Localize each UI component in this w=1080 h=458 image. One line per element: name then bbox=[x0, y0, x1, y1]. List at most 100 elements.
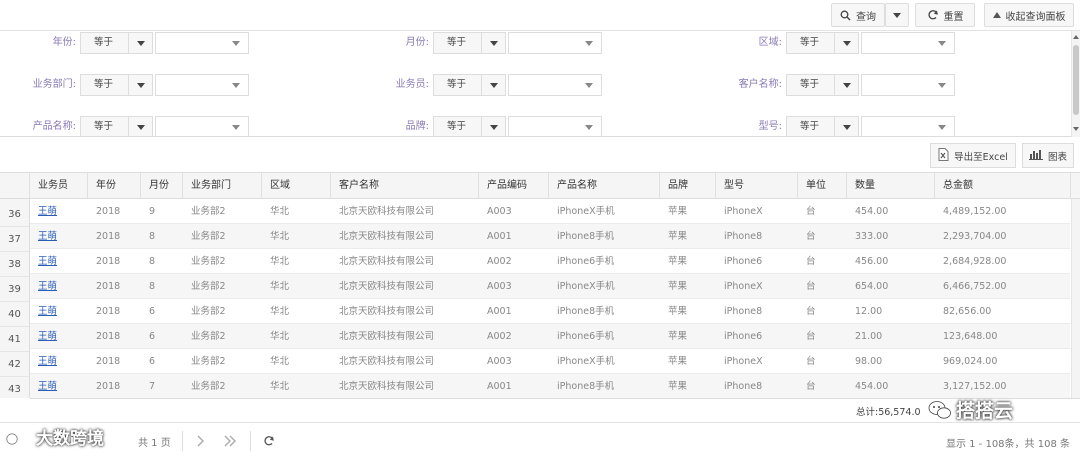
cell-product-code: A002 bbox=[487, 256, 512, 267]
filter-operator-year-toggle[interactable] bbox=[129, 32, 153, 54]
column-header-model[interactable]: 型号 bbox=[716, 173, 798, 199]
filter-panel-scrollbar[interactable] bbox=[1071, 31, 1080, 137]
filter-operator-customer[interactable]: 等于 bbox=[786, 74, 835, 96]
filter-operator-salesperson[interactable]: 等于 bbox=[433, 74, 482, 96]
filter-value-customer[interactable] bbox=[861, 74, 955, 96]
collapse-panel-button[interactable]: 收起查询面板 bbox=[984, 3, 1074, 27]
filter-operator-year[interactable]: 等于 bbox=[80, 32, 129, 54]
cell-quantity: 21.00 bbox=[855, 331, 883, 342]
cell-region: 华北 bbox=[270, 281, 290, 292]
cell-quantity: 98.00 bbox=[855, 356, 883, 367]
cell-salesperson-link[interactable]: 王萌 bbox=[30, 274, 57, 299]
column-header-quantity[interactable]: 数量 bbox=[847, 173, 935, 199]
filter-operator-department[interactable]: 等于 bbox=[80, 74, 129, 96]
cell-salesperson-link[interactable]: 王萌 bbox=[30, 199, 57, 224]
next-page-button[interactable] bbox=[188, 429, 212, 453]
pagination-info: 显示 1 - 108条，共 108 条 bbox=[945, 439, 1070, 450]
cell-salesperson-link[interactable]: 王萌 bbox=[30, 249, 57, 274]
table-row[interactable]: 王萌 2018 8 业务部2 华北 北京天欧科技有限公司 A003 iPhoneX手机 苹果 iP… bbox=[30, 274, 1070, 299]
cell-product-name: iPhone6手机 bbox=[557, 256, 615, 267]
scroll-down-icon[interactable] bbox=[1073, 127, 1079, 131]
chevron-down-icon bbox=[938, 125, 946, 130]
column-header-unit[interactable]: 单位 bbox=[798, 173, 847, 199]
filter-operator-brand-toggle[interactable] bbox=[482, 116, 506, 136]
filter-value-brand[interactable] bbox=[508, 116, 602, 136]
cell-unit: 台 bbox=[806, 281, 816, 292]
column-header-department[interactable]: 业务部门 bbox=[183, 173, 262, 199]
cell-salesperson-link[interactable]: 王萌 bbox=[30, 324, 57, 349]
cell-model: iPhoneX bbox=[724, 356, 763, 367]
cell-year: 2018 bbox=[96, 281, 121, 292]
cell-unit: 台 bbox=[806, 256, 816, 267]
filter-operator-product-toggle[interactable] bbox=[129, 116, 153, 136]
filter-operator-customer-toggle[interactable] bbox=[835, 74, 859, 96]
filter-value-region[interactable] bbox=[861, 32, 955, 54]
reset-button[interactable]: 重置 bbox=[915, 3, 975, 27]
table-row[interactable]: 王萌 2018 8 业务部2 华北 北京天欧科技有限公司 A002 iPhone6手机 苹果 iP… bbox=[30, 249, 1070, 274]
cell-customer: 北京天欧科技有限公司 bbox=[339, 306, 435, 317]
cell-product-code: A001 bbox=[487, 306, 512, 317]
filter-value-model[interactable] bbox=[861, 116, 955, 136]
table-row[interactable]: 王萌 2018 6 业务部2 华北 北京天欧科技有限公司 A002 iPhone6手机 苹果 iP… bbox=[30, 324, 1070, 349]
filter-value-product[interactable] bbox=[155, 116, 249, 136]
export-excel-button[interactable]: 导出至Excel bbox=[930, 143, 1016, 168]
cell-salesperson-link[interactable]: 王萌 bbox=[30, 349, 57, 374]
filter-operator-region[interactable]: 等于 bbox=[786, 32, 835, 54]
filter-operator-month[interactable]: 等于 bbox=[433, 32, 482, 54]
last-page-button[interactable] bbox=[218, 429, 242, 453]
table-row[interactable]: 王萌 2018 6 业务部2 华北 北京天欧科技有限公司 A003 iPhoneX手机 苹果 iP… bbox=[30, 349, 1070, 374]
cell-product-code: A002 bbox=[487, 331, 512, 342]
chevron-up-icon bbox=[992, 12, 1001, 18]
table-row[interactable]: 王萌 2018 7 业务部2 华北 北京天欧科技有限公司 A001 iPhone8手机 苹果 iP… bbox=[30, 374, 1070, 398]
filter-value-year[interactable] bbox=[155, 32, 249, 54]
chevron-down-icon bbox=[232, 125, 240, 130]
column-header-brand[interactable]: 品牌 bbox=[660, 173, 716, 199]
refresh-page-button[interactable] bbox=[257, 429, 281, 453]
cell-brand: 苹果 bbox=[668, 256, 688, 267]
filter-label-salesperson: 业务员: bbox=[395, 79, 429, 90]
column-header-salesperson[interactable]: 业务员 bbox=[30, 173, 88, 199]
filter-operator-model[interactable]: 等于 bbox=[786, 116, 835, 136]
column-header-region[interactable]: 区域 bbox=[262, 173, 331, 199]
column-header-product-code[interactable]: 产品编码 bbox=[479, 173, 549, 199]
grid-scrollbar[interactable] bbox=[1071, 199, 1080, 398]
cell-customer: 北京天欧科技有限公司 bbox=[339, 206, 435, 217]
chart-button[interactable]: 图表 bbox=[1022, 143, 1074, 168]
query-button[interactable]: 查询 bbox=[831, 3, 885, 27]
table-row[interactable]: 王萌 2018 6 业务部2 华北 北京天欧科技有限公司 A001 iPhone8手机 苹果 iP… bbox=[30, 299, 1070, 324]
column-header-year[interactable]: 年份 bbox=[88, 173, 141, 199]
filter-operator-department-toggle[interactable] bbox=[129, 74, 153, 96]
column-header-month[interactable]: 月份 bbox=[141, 173, 183, 199]
cell-salesperson-link[interactable]: 王萌 bbox=[30, 374, 57, 398]
filter-value-department[interactable] bbox=[155, 74, 249, 96]
filter-operator-model-toggle[interactable] bbox=[835, 116, 859, 136]
cell-unit: 台 bbox=[806, 331, 816, 342]
cell-department: 业务部2 bbox=[191, 256, 226, 267]
cell-month: 6 bbox=[149, 331, 156, 342]
query-button-label: 查询 bbox=[856, 11, 876, 23]
query-dropdown-button[interactable] bbox=[885, 3, 909, 27]
data-grid: 业务员 年份 月份 业务部门 区域 客户名称 产品编码 产品名称 品牌 型号 单… bbox=[0, 172, 1080, 398]
column-header-total-amount[interactable]: 总金额 bbox=[935, 173, 1071, 199]
filter-operator-salesperson-toggle[interactable] bbox=[482, 74, 506, 96]
cell-salesperson-link[interactable]: 王萌 bbox=[30, 224, 57, 249]
filter-operator-product[interactable]: 等于 bbox=[80, 116, 129, 136]
cell-product-code: A003 bbox=[487, 281, 512, 292]
filter-label-region: 区域: bbox=[758, 37, 782, 48]
filter-panel-scroll-thumb[interactable] bbox=[1073, 45, 1079, 115]
filter-operator-brand[interactable]: 等于 bbox=[433, 116, 482, 136]
table-row[interactable]: 王萌 2018 9 业务部2 华北 北京天欧科技有限公司 A003 iPhoneX手机 苹果 iP… bbox=[30, 199, 1070, 224]
cell-brand: 苹果 bbox=[668, 331, 688, 342]
filter-value-month[interactable] bbox=[508, 32, 602, 54]
cell-quantity: 456.00 bbox=[855, 256, 889, 267]
table-row[interactable]: 王萌 2018 8 业务部2 华北 北京天欧科技有限公司 A001 iPhone8手机 苹果 iP… bbox=[30, 224, 1070, 249]
column-header-product-name[interactable]: 产品名称 bbox=[549, 173, 660, 199]
watermark-left: 大数跨境 bbox=[6, 424, 104, 449]
column-header-customer[interactable]: 客户名称 bbox=[331, 173, 479, 199]
scroll-up-icon[interactable] bbox=[1073, 35, 1079, 39]
cell-salesperson-link[interactable]: 王萌 bbox=[30, 299, 57, 324]
filter-operator-region-toggle[interactable] bbox=[835, 32, 859, 54]
filter-value-salesperson[interactable] bbox=[508, 74, 602, 96]
cell-unit: 台 bbox=[806, 206, 816, 217]
filter-operator-month-toggle[interactable] bbox=[482, 32, 506, 54]
